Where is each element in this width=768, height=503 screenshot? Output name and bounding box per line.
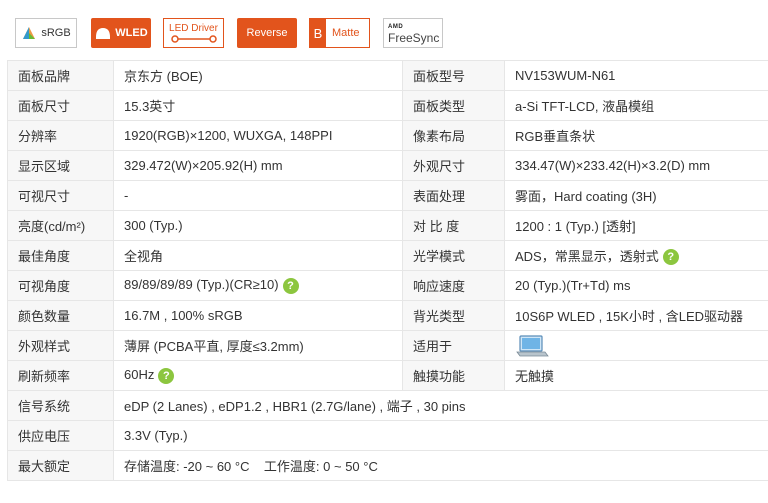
spec-value: - (113, 180, 403, 211)
spec-value: 334.47(W)×233.42(H)×3.2(D) mm (504, 150, 768, 181)
spec-label: 面板品牌 (7, 60, 114, 91)
freesync-badge: AMD FreeSync (383, 18, 443, 48)
spec-value: eDP (2 Lanes) , eDP1.2 , HBR1 (2.7G/lane… (113, 390, 768, 421)
spec-label: 最大额定 (7, 450, 114, 481)
reverse-label: Reverse (246, 27, 288, 39)
matte-label: Matte (332, 27, 360, 39)
spec-label: 响应速度 (402, 270, 505, 301)
spec-value: 89/89/89/89 (Typ.)(CR≥10)? (113, 270, 403, 301)
table-row: 显示区域 329.472(W)×205.92(H) mm 外观尺寸 334.47… (7, 150, 768, 181)
spec-label: 颜色数量 (7, 300, 114, 331)
spec-label: 供应电压 (7, 420, 114, 451)
table-row: 可视角度 89/89/89/89 (Typ.)(CR≥10)? 响应速度 20 … (7, 270, 768, 301)
spec-value: 京东方 (BOE) (113, 60, 403, 91)
reverse-badge: Reverse (237, 18, 297, 48)
spec-label: 面板型号 (402, 60, 505, 91)
spec-value: 1920(RGB)×1200, WUXGA, 148PPI (113, 120, 403, 151)
table-row: 可视尺寸 - 表面处理 雾面，Hard coating (3H) (7, 180, 768, 211)
spec-value: 存储温度: -20 ~ 60 °C 工作温度: 0 ~ 50 °C (113, 450, 768, 481)
spec-value: 3.3V (Typ.) (113, 420, 768, 451)
spec-value: NV153WUM-N61 (504, 60, 768, 91)
color-gamut-icon (23, 27, 36, 39)
freesync-label: FreeSync (388, 31, 440, 45)
wled-badge: WLED (91, 18, 151, 48)
srgb-badge: sRGB (15, 18, 77, 48)
spec-value: 1200 : 1 (Typ.) [透射] (504, 210, 768, 241)
spec-value: 20 (Typ.)(Tr+Td) ms (504, 270, 768, 301)
spec-label: 分辨率 (7, 120, 114, 151)
spec-value: 329.472(W)×205.92(H) mm (113, 150, 403, 181)
spec-value (504, 330, 768, 361)
matte-letter: B (310, 19, 326, 47)
spec-label: 像素布局 (402, 120, 505, 151)
led-bulb-icon (96, 28, 111, 39)
spec-label: 刷新频率 (7, 360, 114, 391)
table-row: 面板尺寸 15.3英寸 面板类型 a-Si TFT-LCD, 液晶模组 (7, 90, 768, 121)
help-icon[interactable]: ? (282, 277, 299, 294)
spec-label: 亮度(cd/m²) (7, 210, 114, 241)
laptop-icon[interactable] (515, 334, 549, 358)
spec-value: 60Hz? (113, 360, 403, 391)
feature-badges: sRGB WLED LED Driver Reverse B Matte AMD… (0, 0, 768, 60)
table-row: 亮度(cd/m²) 300 (Typ.) 对 比 度 1200 : 1 (Typ… (7, 210, 768, 241)
panel-brand-link[interactable]: 京东方 (BOE) (124, 69, 203, 84)
driver-circuit-icon (170, 34, 217, 43)
table-row: 最佳角度 全视角 光学模式 ADS，常黑显示，透射式? (7, 240, 768, 271)
spec-value: 15.3英寸 (113, 90, 403, 121)
spec-label: 信号系统 (7, 390, 114, 421)
spec-value: 雾面，Hard coating (3H) (504, 180, 768, 211)
spec-label: 外观样式 (7, 330, 114, 361)
table-row: 最大额定 存储温度: -20 ~ 60 °C 工作温度: 0 ~ 50 °C (7, 450, 768, 481)
spec-label: 光学模式 (402, 240, 505, 271)
spec-label: 对 比 度 (402, 210, 505, 241)
led-driver-badge: LED Driver (163, 18, 224, 48)
table-row: 信号系统 eDP (2 Lanes) , eDP1.2 , HBR1 (2.7G… (7, 390, 768, 421)
spec-label: 可视尺寸 (7, 180, 114, 211)
spec-value: ADS，常黑显示，透射式? (504, 240, 768, 271)
table-row: 供应电压 3.3V (Typ.) (7, 420, 768, 451)
help-icon[interactable]: ? (662, 249, 679, 266)
refresh-text: 60Hz (124, 367, 155, 383)
table-row: 分辨率 1920(RGB)×1200, WUXGA, 148PPI 像素布局 R… (7, 120, 768, 151)
spec-value: 全视角 (113, 240, 403, 271)
spec-label: 适用于 (402, 330, 505, 361)
led-driver-label: LED Driver (169, 22, 218, 34)
table-row: 外观样式 薄屏 (PCBA平直, 厚度≤3.2mm) 适用于 (7, 330, 768, 361)
view-angle-text: 89/89/89/89 (Typ.)(CR≥10) (124, 277, 279, 293)
spec-label: 触摸功能 (402, 360, 505, 391)
table-row: 面板品牌 京东方 (BOE) 面板型号 NV153WUM-N61 (7, 60, 768, 91)
spec-label: 最佳角度 (7, 240, 114, 271)
spec-label: 可视角度 (7, 270, 114, 301)
spec-value: a-Si TFT-LCD, 液晶模组 (504, 90, 768, 121)
help-icon[interactable]: ? (158, 367, 175, 384)
spec-label: 背光类型 (402, 300, 505, 331)
optical-mode-text: ADS，常黑显示，透射式 (515, 248, 659, 264)
spec-value: 10S6P WLED , 15K小时 , 含LED驱动器 (504, 300, 768, 331)
spec-value: 300 (Typ.) (113, 210, 403, 241)
spec-value: 薄屏 (PCBA平直, 厚度≤3.2mm) (113, 330, 403, 361)
spec-label: 面板尺寸 (7, 90, 114, 121)
spec-value: 16.7M , 100% sRGB (113, 300, 403, 331)
spec-label: 显示区域 (7, 150, 114, 181)
spec-label: 表面处理 (402, 180, 505, 211)
table-row: 刷新频率 60Hz? 触摸功能 无触摸 (7, 360, 768, 391)
wled-label: WLED (115, 27, 148, 39)
spec-value: 无触摸 (504, 360, 768, 391)
spec-label: 面板类型 (402, 90, 505, 121)
matte-badge: B Matte (309, 18, 370, 48)
spec-label: 外观尺寸 (402, 150, 505, 181)
table-row: 颜色数量 16.7M , 100% sRGB 背光类型 10S6P WLED ,… (7, 300, 768, 331)
spec-value: RGB垂直条状 (504, 120, 768, 151)
panel-size-link[interactable]: 15.3英寸 (124, 99, 175, 114)
spec-table: 面板品牌 京东方 (BOE) 面板型号 NV153WUM-N61 面板尺寸 15… (7, 60, 768, 481)
srgb-label: sRGB (41, 27, 71, 39)
